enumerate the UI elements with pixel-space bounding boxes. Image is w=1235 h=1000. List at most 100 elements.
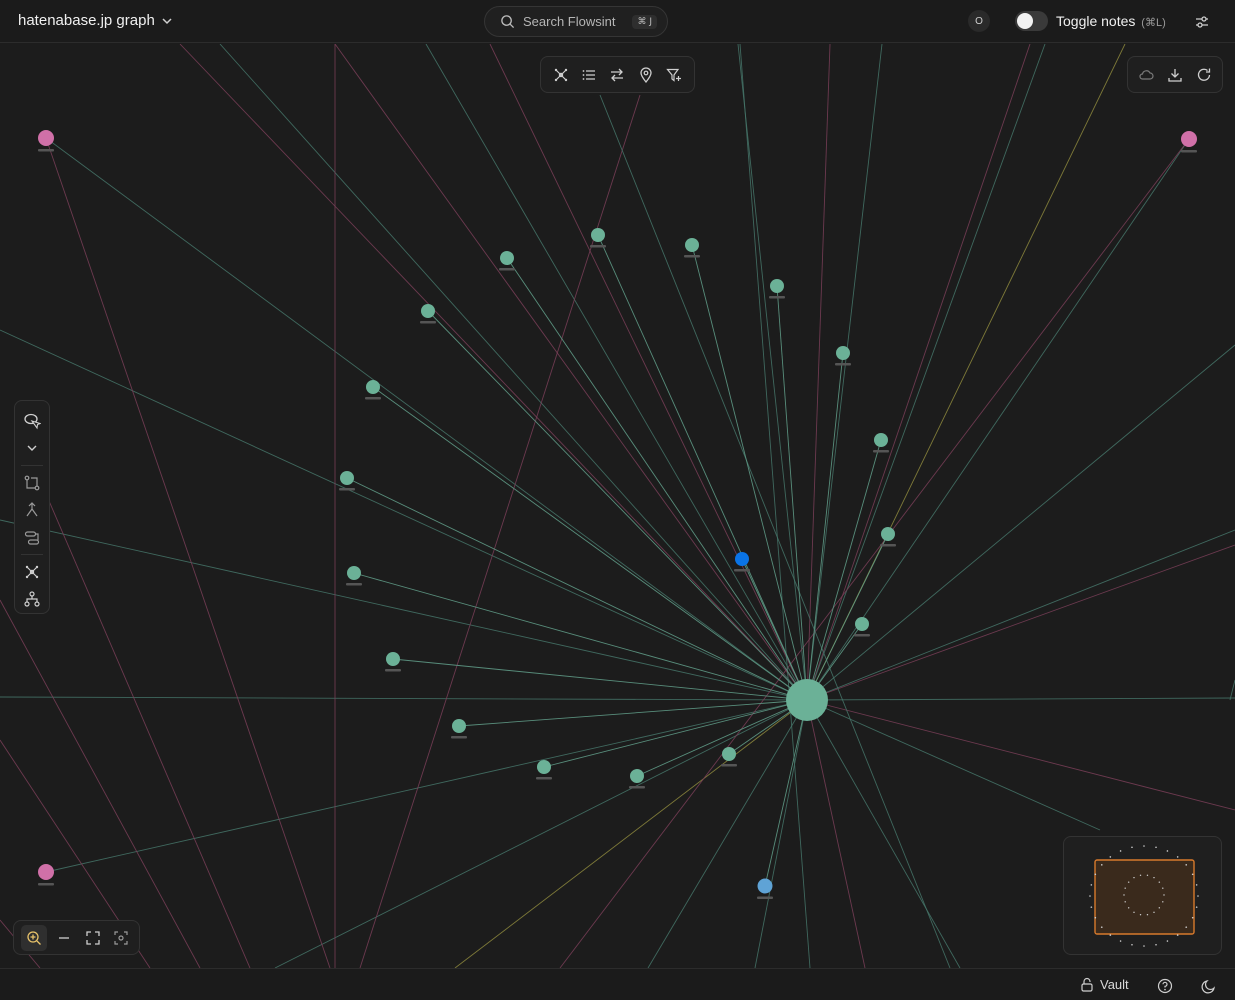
- graph-node[interactable]: [420, 304, 436, 324]
- refresh-button[interactable]: [1193, 64, 1215, 86]
- zoom-out-icon: [59, 936, 70, 939]
- toggle-notes-label[interactable]: Toggle notes (⌘L): [1056, 13, 1166, 29]
- node-label-placeholder: [835, 363, 851, 366]
- minimap-node: [1133, 876, 1135, 879]
- swap-button[interactable]: [606, 64, 628, 86]
- graph-node[interactable]: [536, 760, 552, 780]
- download-button[interactable]: [1164, 64, 1186, 86]
- graph[interactable]: [0, 44, 1235, 968]
- graph-canvas[interactable]: [0, 44, 1235, 968]
- sync-button[interactable]: [1135, 64, 1157, 86]
- fit-view-icon: [85, 930, 100, 945]
- filter-plus-icon: [666, 68, 681, 82]
- graph-node-external[interactable]: [1181, 131, 1197, 153]
- graph-node[interactable]: [346, 566, 362, 586]
- graph-title-dropdown[interactable]: hatenabase.jp graph: [18, 12, 173, 29]
- graph-edge: [764, 699, 808, 887]
- node-label-placeholder: [684, 255, 700, 258]
- node-label-placeholder: [365, 397, 381, 400]
- graph-node-hub-dot: [786, 679, 828, 721]
- merge-button[interactable]: [21, 500, 43, 519]
- node-label-placeholder: [854, 634, 870, 637]
- graph-edge: [597, 234, 808, 701]
- graph-edge: [427, 310, 808, 701]
- graph-node-dot: [685, 238, 699, 252]
- graph-node[interactable]: [873, 433, 889, 453]
- search-bar[interactable]: Search Flowsint ⌘ J: [484, 6, 668, 37]
- node-label-placeholder: [721, 764, 737, 767]
- zoom-out-button[interactable]: [53, 927, 75, 949]
- avatar[interactable]: O: [968, 10, 990, 32]
- graph-node[interactable]: [385, 652, 401, 672]
- graph-edges: [0, 44, 1235, 968]
- node-label-placeholder: [769, 296, 785, 299]
- minimap-node: [1146, 874, 1149, 877]
- graph-node-dot: [770, 279, 784, 293]
- graph-node[interactable]: [835, 346, 851, 366]
- graph-node-hub[interactable]: [786, 679, 828, 721]
- minimap-viewport[interactable]: [1094, 859, 1195, 935]
- focus-button[interactable]: [110, 927, 132, 949]
- hierarchy-layout-button[interactable]: [21, 590, 43, 609]
- graph-node-external[interactable]: [38, 864, 54, 886]
- minimap-node: [1176, 934, 1179, 936]
- filter-button[interactable]: [663, 64, 685, 86]
- list-view-button[interactable]: [578, 64, 600, 86]
- graph-edge: [45, 137, 331, 968]
- minimap-node: [1124, 887, 1126, 889]
- node-label-placeholder: [1181, 150, 1197, 153]
- minimap-node: [1131, 943, 1133, 946]
- graph-edge: [0, 599, 201, 968]
- graph-node-external[interactable]: [38, 130, 54, 152]
- help-button[interactable]: [1156, 977, 1174, 995]
- graph-node-dot: [874, 433, 888, 447]
- layout-button[interactable]: [550, 64, 572, 86]
- map-view-button[interactable]: [635, 64, 657, 86]
- graph-node[interactable]: [365, 380, 381, 400]
- minimap-node: [1139, 874, 1142, 877]
- graph-node[interactable]: [684, 238, 700, 258]
- minimap-node: [1166, 850, 1169, 852]
- graph-edge: [334, 44, 808, 701]
- graph-edge: [806, 699, 961, 968]
- lasso-select-button[interactable]: [21, 411, 43, 430]
- graph-edge: [754, 699, 808, 968]
- node-label-placeholder: [880, 544, 896, 547]
- graph-edge: [506, 257, 808, 701]
- graph-node[interactable]: [339, 471, 355, 491]
- graph-node-dot: [421, 304, 435, 318]
- toggle-knob: [1017, 13, 1033, 29]
- graph-edge: [806, 697, 1235, 701]
- minimap-node: [1124, 901, 1126, 903]
- vault-button[interactable]: Vault: [1080, 977, 1129, 992]
- minimap-node: [1155, 943, 1157, 946]
- minimap-node: [1127, 881, 1130, 883]
- zoom-in-icon: [27, 930, 42, 945]
- select-mode-dropdown[interactable]: [21, 438, 43, 457]
- graph-edge: [806, 44, 1031, 701]
- node-label-placeholder: [536, 777, 552, 780]
- graph-node[interactable]: [769, 279, 785, 299]
- routes-button[interactable]: [21, 528, 43, 547]
- force-layout-button[interactable]: [21, 562, 43, 581]
- path-button[interactable]: [21, 473, 43, 492]
- toggle-notes-switch[interactable]: [1015, 11, 1048, 31]
- minimap-node: [1158, 907, 1161, 909]
- zoom-in-button[interactable]: [21, 924, 48, 951]
- fit-view-button[interactable]: [82, 927, 104, 949]
- graph-edge: [806, 699, 866, 968]
- graph-nodes: [38, 130, 1197, 899]
- minimap-node: [1195, 884, 1198, 886]
- node-label-placeholder: [734, 569, 750, 572]
- theme-toggle-button[interactable]: [1200, 977, 1218, 995]
- settings-button[interactable]: [1192, 12, 1212, 32]
- minimap-node: [1163, 894, 1165, 896]
- graph-node-dot: [881, 527, 895, 541]
- graph-edge: [219, 44, 808, 701]
- graph-node-info[interactable]: [757, 878, 773, 900]
- minimap[interactable]: [1063, 836, 1222, 955]
- graph-node[interactable]: [451, 719, 467, 739]
- minimap-node: [1090, 884, 1093, 886]
- graph-node[interactable]: [854, 617, 870, 637]
- graph-node[interactable]: [499, 251, 515, 271]
